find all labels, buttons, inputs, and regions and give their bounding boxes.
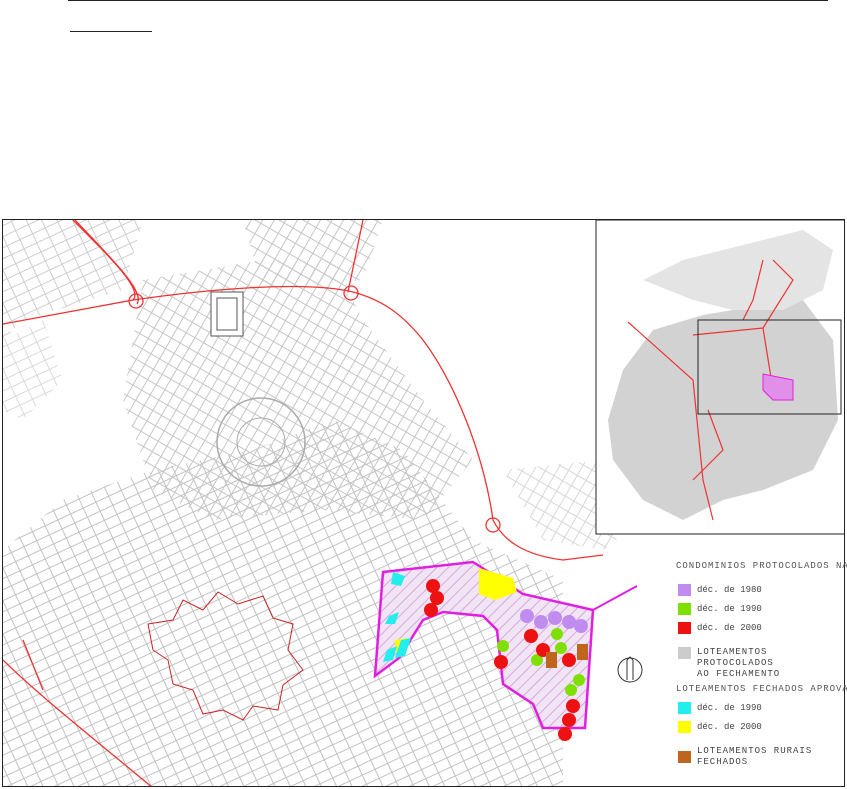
legend-label-lot-1990: déc. de 1990: [697, 703, 762, 713]
swatch-cond-1990: [678, 603, 691, 615]
legend-label-cond-1990: déc. de 1990: [697, 604, 762, 614]
legend-label-loteamentos-protocolados: LOTEAMENTOS PROTOCOLADOS AO FECHAMENTO: [697, 647, 781, 679]
swatch-lot-1990: [678, 702, 691, 714]
legend-item-loteamentos-protocolados: LOTEAMENTOS PROTOCOLADOS AO FECHAMENTO: [678, 647, 847, 680]
swatch-cond-1980: [678, 584, 691, 596]
legend-label-rurais: LOTEAMENTOS RURAIS FECHADOS: [697, 746, 813, 767]
legend-label-lot-2000: déc. de 2000: [697, 722, 762, 732]
swatch-loteamentos-protocolados: [678, 647, 691, 659]
legend-item-rurais: LOTEAMENTOS RURAIS FECHADOS: [678, 746, 847, 768]
legend-title-condominios: CONDOMINIOS PROTOCOLADOS NA: [676, 561, 847, 571]
legend-item-cond-1990: déc. de 1990: [678, 603, 762, 615]
legend-label-cond-1980: déc. de 1980: [697, 585, 762, 595]
inset-map: [595, 220, 844, 535]
legend-item-cond-2000: déc. de 2000: [678, 622, 762, 634]
north-arrow-icon: [617, 656, 643, 683]
legend-item-cond-1980: déc. de 1980: [678, 584, 762, 596]
header-underline: [70, 31, 152, 32]
legend-title-loteamentos-fechados: LOTEAMENTOS FECHADOS APROVADOS NA: [676, 684, 847, 694]
header-rule: [68, 0, 828, 1]
legend-item-lot-1990: déc. de 1990: [678, 702, 762, 714]
legend-label-cond-2000: déc. de 2000: [697, 623, 762, 633]
legend-item-lot-2000: déc. de 2000: [678, 721, 762, 733]
swatch-rurais: [678, 751, 691, 763]
swatch-lot-2000: [678, 721, 691, 733]
swatch-cond-2000: [678, 622, 691, 634]
